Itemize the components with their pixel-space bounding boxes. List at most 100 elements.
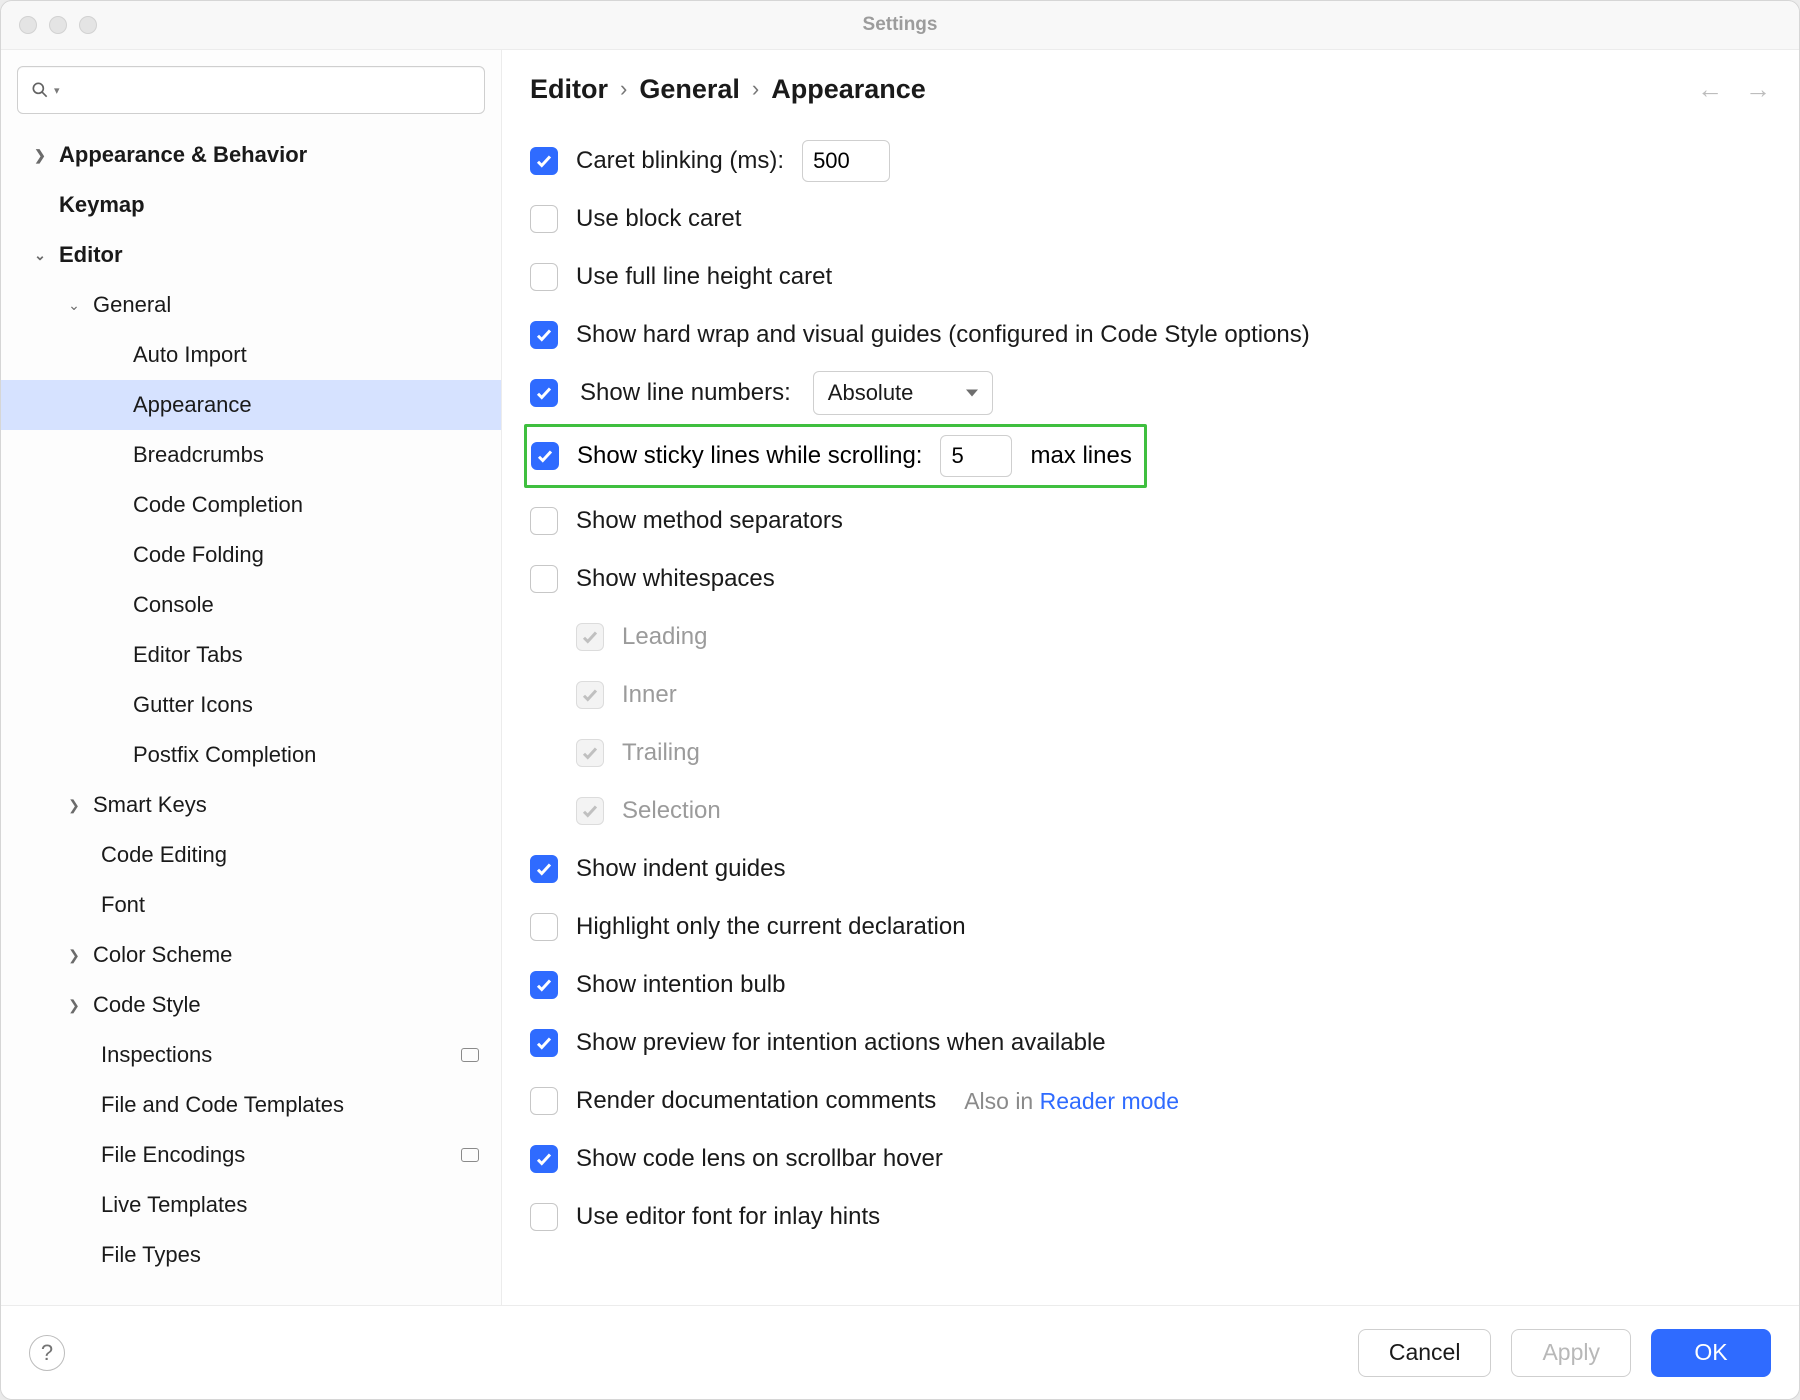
- sidebar-item-file-types[interactable]: File Types: [1, 1230, 501, 1280]
- option-label: Trailing: [622, 739, 700, 767]
- footer: ? Cancel Apply OK: [1, 1305, 1799, 1399]
- sidebar-item-appearance-behavior[interactable]: ❯ Appearance & Behavior: [1, 130, 501, 180]
- nav-buttons: ← →: [1697, 74, 1771, 105]
- sidebar-item-label: Auto Import: [133, 342, 247, 368]
- option-hint: Also in Reader mode: [964, 1088, 1179, 1115]
- chevron-right-icon: ›: [752, 76, 759, 102]
- sidebar-item-label: File Encodings: [101, 1142, 245, 1168]
- sidebar-item-file-encodings[interactable]: File Encodings: [1, 1130, 501, 1180]
- sidebar-item-general[interactable]: ⌄ General: [1, 280, 501, 330]
- sticky-lines-input[interactable]: [940, 435, 1012, 477]
- code-lens-checkbox[interactable]: [530, 1145, 558, 1173]
- option-render-doc: Render documentation comments Also in Re…: [530, 1072, 1771, 1130]
- sidebar-item-editor[interactable]: ⌄ Editor: [1, 230, 501, 280]
- line-numbers-select[interactable]: Absolute: [813, 371, 993, 415]
- sidebar-item-font[interactable]: Font: [1, 880, 501, 930]
- option-method-separators: Show method separators: [530, 492, 1771, 550]
- forward-button[interactable]: →: [1745, 74, 1771, 105]
- check-icon: [535, 326, 553, 344]
- sidebar-item-inspections[interactable]: Inspections: [1, 1030, 501, 1080]
- ok-button[interactable]: OK: [1651, 1329, 1771, 1377]
- check-icon: [535, 152, 553, 170]
- window-title: Settings: [1, 14, 1799, 36]
- sidebar-item-code-completion[interactable]: Code Completion: [1, 480, 501, 530]
- render-doc-checkbox[interactable]: [530, 1087, 558, 1115]
- sidebar-item-postfix-completion[interactable]: Postfix Completion: [1, 730, 501, 780]
- highlight-declaration-checkbox[interactable]: [530, 913, 558, 941]
- sidebar-item-label: File Types: [101, 1242, 201, 1268]
- chevron-right-icon: ❯: [65, 997, 83, 1014]
- sidebar-item-keymap[interactable]: ❯ Keymap: [1, 180, 501, 230]
- breadcrumb-general[interactable]: General: [639, 74, 740, 105]
- search-input[interactable]: ▾: [17, 66, 485, 114]
- option-ws-leading: Leading: [530, 608, 1771, 666]
- sidebar-item-console[interactable]: Console: [1, 580, 501, 630]
- sidebar-item-appearance[interactable]: Appearance: [1, 380, 501, 430]
- sidebar-tree: ❯ Appearance & Behavior ❯ Keymap ⌄ Edito…: [1, 130, 501, 1305]
- option-intention-bulb: Show intention bulb: [530, 956, 1771, 1014]
- search-wrap: ▾: [1, 50, 501, 130]
- sidebar-item-label: Smart Keys: [93, 792, 207, 818]
- sidebar-item-breadcrumbs[interactable]: Breadcrumbs: [1, 430, 501, 480]
- sidebar-item-file-code-templates[interactable]: File and Code Templates: [1, 1080, 501, 1130]
- sidebar-item-label: Editor Tabs: [133, 642, 243, 668]
- sidebar-item-auto-import[interactable]: Auto Import: [1, 330, 501, 380]
- block-caret-checkbox[interactable]: [530, 205, 558, 233]
- chevron-down-icon: ⌄: [31, 247, 49, 264]
- sidebar-item-label: Color Scheme: [93, 942, 232, 968]
- help-button[interactable]: ?: [29, 1335, 65, 1371]
- breadcrumb-editor[interactable]: Editor: [530, 74, 608, 105]
- sidebar-item-code-folding[interactable]: Code Folding: [1, 530, 501, 580]
- option-label: Use block caret: [576, 205, 741, 233]
- intention-preview-checkbox[interactable]: [530, 1029, 558, 1057]
- sticky-lines-checkbox[interactable]: [531, 442, 559, 470]
- apply-button[interactable]: Apply: [1511, 1329, 1631, 1377]
- back-button[interactable]: ←: [1697, 74, 1723, 105]
- option-label: Show line numbers:: [580, 379, 791, 407]
- sidebar-item-label: Code Completion: [133, 492, 303, 518]
- sidebar: ▾ ❯ Appearance & Behavior ❯ Keymap ⌄ Edi…: [1, 50, 501, 1305]
- hard-wrap-checkbox[interactable]: [530, 321, 558, 349]
- titlebar: Settings: [1, 1, 1799, 49]
- sidebar-item-smart-keys[interactable]: ❯ Smart Keys: [1, 780, 501, 830]
- whitespaces-checkbox[interactable]: [530, 565, 558, 593]
- option-label: Show sticky lines while scrolling:: [577, 442, 922, 470]
- caret-blinking-checkbox[interactable]: [530, 147, 558, 175]
- ws-trailing-checkbox: [576, 739, 604, 767]
- sidebar-item-live-templates[interactable]: Live Templates: [1, 1180, 501, 1230]
- option-label: Use full line height caret: [576, 263, 832, 291]
- sidebar-item-color-scheme[interactable]: ❯ Color Scheme: [1, 930, 501, 980]
- sidebar-item-label: Live Templates: [101, 1192, 247, 1218]
- sidebar-item-code-style[interactable]: ❯ Code Style: [1, 980, 501, 1030]
- check-icon: [581, 686, 599, 704]
- check-icon: [535, 1034, 553, 1052]
- profile-badge-icon: [461, 1148, 479, 1162]
- sidebar-item-gutter-icons[interactable]: Gutter Icons: [1, 680, 501, 730]
- option-label: Show indent guides: [576, 855, 785, 883]
- full-line-height-checkbox[interactable]: [530, 263, 558, 291]
- cancel-button[interactable]: Cancel: [1358, 1329, 1492, 1377]
- sidebar-item-label: Console: [133, 592, 214, 618]
- editor-font-inlay-checkbox[interactable]: [530, 1203, 558, 1231]
- option-label: Selection: [622, 797, 721, 825]
- ws-inner-checkbox: [576, 681, 604, 709]
- sidebar-item-editor-tabs[interactable]: Editor Tabs: [1, 630, 501, 680]
- indent-guides-checkbox[interactable]: [530, 855, 558, 883]
- sidebar-item-label: Gutter Icons: [133, 692, 253, 718]
- hint-prefix: Also in: [964, 1088, 1039, 1114]
- method-separators-checkbox[interactable]: [530, 507, 558, 535]
- check-icon: [535, 976, 553, 994]
- chevron-down-icon: ▾: [54, 84, 60, 97]
- option-label: Show whitespaces: [576, 565, 775, 593]
- sidebar-item-code-editing[interactable]: Code Editing: [1, 830, 501, 880]
- intention-bulb-checkbox[interactable]: [530, 971, 558, 999]
- option-ws-inner: Inner: [530, 666, 1771, 724]
- line-numbers-checkbox[interactable]: [530, 379, 558, 407]
- reader-mode-link[interactable]: Reader mode: [1040, 1088, 1179, 1114]
- caret-blinking-input[interactable]: [802, 140, 890, 182]
- option-caret-blinking: Caret blinking (ms):: [530, 132, 1771, 190]
- option-label: Highlight only the current declaration: [576, 913, 966, 941]
- chevron-right-icon: ❯: [65, 797, 83, 814]
- check-icon: [535, 384, 553, 402]
- sidebar-item-label: Breadcrumbs: [133, 442, 264, 468]
